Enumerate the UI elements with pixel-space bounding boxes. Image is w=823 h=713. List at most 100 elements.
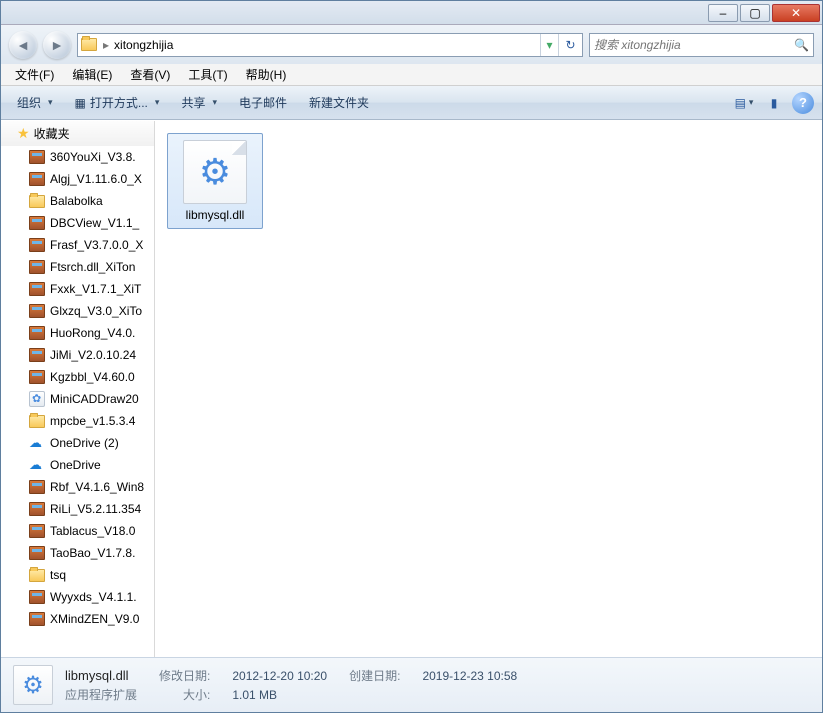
- rar-icon: [29, 326, 45, 340]
- sidebar-item-label: Kgzbbl_V4.60.0: [50, 370, 135, 384]
- forward-button[interactable]: ►: [43, 31, 71, 59]
- rar-icon: [29, 238, 45, 252]
- search-icon[interactable]: 🔍: [794, 38, 809, 52]
- address-path[interactable]: xitongzhijia: [112, 38, 540, 52]
- search-input[interactable]: [594, 38, 794, 52]
- address-bar[interactable]: ▸ xitongzhijia ▾ ↻: [77, 33, 583, 57]
- dll-icon: ⚙: [13, 665, 53, 705]
- sidebar-item[interactable]: DBCView_V1.1_: [1, 212, 154, 234]
- rar-icon: [29, 480, 45, 494]
- menu-tools[interactable]: 工具(T): [180, 64, 235, 85]
- favorites-header[interactable]: ★ 收藏夹: [1, 121, 154, 146]
- newfolder-button[interactable]: 新建文件夹: [301, 90, 377, 115]
- sidebar-item[interactable]: Tablacus_V18.0: [1, 520, 154, 542]
- sidebar-item-label: Algj_V1.11.6.0_X: [50, 172, 142, 186]
- rar-icon: [29, 370, 45, 384]
- nav-row: ◄ ► ▸ xitongzhijia ▾ ↻ 🔍: [1, 25, 822, 64]
- maximize-button[interactable]: ▢: [740, 4, 770, 22]
- details-pane: ⚙ libmysql.dll 修改日期: 2012-12-20 10:20 创建…: [1, 657, 822, 712]
- organize-button[interactable]: 组织: [9, 90, 61, 115]
- address-dropdown[interactable]: ▾: [540, 34, 558, 56]
- sidebar-item[interactable]: XMindZEN_V9.0: [1, 608, 154, 630]
- rar-icon: [29, 282, 45, 296]
- folder-icon: [78, 38, 100, 51]
- minimize-button[interactable]: –: [708, 4, 738, 22]
- sidebar-item[interactable]: HuoRong_V4.0.: [1, 322, 154, 344]
- file-list[interactable]: ⚙libmysql.dll: [155, 121, 822, 657]
- help-button[interactable]: ?: [792, 92, 814, 114]
- sidebar-item-label: DBCView_V1.1_: [50, 216, 139, 230]
- sidebar-item[interactable]: Algj_V1.11.6.0_X: [1, 168, 154, 190]
- sidebar-item-label: Fxxk_V1.7.1_XiT: [50, 282, 141, 296]
- sidebar-item-label: Rbf_V4.1.6_Win8: [50, 480, 144, 494]
- details-filename: libmysql.dll: [65, 668, 137, 683]
- dll-icon: ⚙: [183, 140, 247, 204]
- sidebar-item[interactable]: ☁ OneDrive: [1, 454, 154, 476]
- folder-icon: [29, 415, 45, 428]
- rar-icon: [29, 172, 45, 186]
- app-icon: [29, 391, 45, 407]
- star-icon: ★: [17, 125, 30, 142]
- sidebar-item[interactable]: Glxzq_V3.0_XiTo: [1, 300, 154, 322]
- menu-help[interactable]: 帮助(H): [238, 64, 295, 85]
- folder-icon: [29, 195, 45, 208]
- sidebar-item[interactable]: Kgzbbl_V4.60.0: [1, 366, 154, 388]
- sidebar-item[interactable]: Frasf_V3.7.0.0_X: [1, 234, 154, 256]
- menu-edit[interactable]: 编辑(E): [64, 64, 120, 85]
- sidebar-item-label: JiMi_V2.0.10.24: [50, 348, 136, 362]
- refresh-button[interactable]: ↻: [558, 34, 582, 56]
- sidebar[interactable]: ★ 收藏夹 360YouXi_V3.8. Algj_V1.11.6.0_X Bala…: [1, 121, 155, 657]
- menu-bar: 文件(F) 编辑(E) 查看(V) 工具(T) 帮助(H): [1, 64, 822, 86]
- rar-icon: [29, 216, 45, 230]
- search-box[interactable]: 🔍: [589, 33, 814, 57]
- details-filetype: 应用程序扩展: [65, 686, 137, 703]
- sidebar-item-label: Glxzq_V3.0_XiTo: [50, 304, 142, 318]
- details-size-value: 1.01 MB: [232, 688, 327, 702]
- sidebar-item[interactable]: Fxxk_V1.7.1_XiT: [1, 278, 154, 300]
- sidebar-item-label: TaoBao_V1.7.8.: [50, 546, 135, 560]
- sidebar-item-label: Ftsrch.dll_XiTon: [50, 260, 135, 274]
- sidebar-item[interactable]: 360YouXi_V3.8.: [1, 146, 154, 168]
- sidebar-item[interactable]: JiMi_V2.0.10.24: [1, 344, 154, 366]
- menu-view[interactable]: 查看(V): [122, 64, 178, 85]
- rar-icon: [29, 546, 45, 560]
- sidebar-item-label: mpcbe_v1.5.3.4: [50, 414, 135, 428]
- details-mod-label: 修改日期:: [159, 667, 210, 684]
- sidebar-item-label: XMindZEN_V9.0: [50, 612, 139, 626]
- details-create-value: 2019-12-23 10:58: [422, 669, 517, 683]
- rar-icon: [29, 612, 45, 626]
- preview-pane-button[interactable]: ▮: [762, 92, 786, 114]
- menu-file[interactable]: 文件(F): [7, 64, 62, 85]
- rar-icon: [29, 502, 45, 516]
- email-button[interactable]: 电子邮件: [231, 90, 295, 115]
- sidebar-item[interactable]: Rbf_V4.1.6_Win8: [1, 476, 154, 498]
- share-button[interactable]: 共享: [173, 90, 225, 115]
- sidebar-item[interactable]: mpcbe_v1.5.3.4: [1, 410, 154, 432]
- sidebar-item[interactable]: TaoBao_V1.7.8.: [1, 542, 154, 564]
- rar-icon: [29, 590, 45, 604]
- cloud-icon: ☁: [29, 457, 45, 473]
- sidebar-item[interactable]: MiniCADDraw20: [1, 388, 154, 410]
- favorites-label: 收藏夹: [34, 125, 70, 142]
- sidebar-item[interactable]: tsq: [1, 564, 154, 586]
- sidebar-item-label: MiniCADDraw20: [50, 392, 139, 406]
- back-button[interactable]: ◄: [9, 31, 37, 59]
- sidebar-item-label: Frasf_V3.7.0.0_X: [50, 238, 143, 252]
- openwith-button[interactable]: ▦打开方式...: [67, 90, 168, 115]
- close-button[interactable]: ✕: [772, 4, 820, 22]
- sidebar-item[interactable]: Balabolka: [1, 190, 154, 212]
- sidebar-item-label: Balabolka: [50, 194, 103, 208]
- breadcrumb-sep: ▸: [100, 38, 112, 52]
- toolbar: 组织 ▦打开方式... 共享 电子邮件 新建文件夹 ▤ ▮ ?: [1, 86, 822, 120]
- sidebar-item[interactable]: RiLi_V5.2.11.354: [1, 498, 154, 520]
- sidebar-item[interactable]: Ftsrch.dll_XiTon: [1, 256, 154, 278]
- sidebar-item-label: Tablacus_V18.0: [50, 524, 135, 538]
- sidebar-item-label: OneDrive (2): [50, 436, 119, 450]
- folder-icon: [29, 569, 45, 582]
- file-item[interactable]: ⚙libmysql.dll: [167, 133, 263, 229]
- view-mode-button[interactable]: ▤: [732, 92, 756, 114]
- sidebar-item[interactable]: ☁OneDrive (2): [1, 432, 154, 454]
- sidebar-item-label: 360YouXi_V3.8.: [50, 150, 136, 164]
- sidebar-item[interactable]: Wyyxds_V4.1.1.: [1, 586, 154, 608]
- sidebar-item-label: OneDrive: [50, 458, 101, 472]
